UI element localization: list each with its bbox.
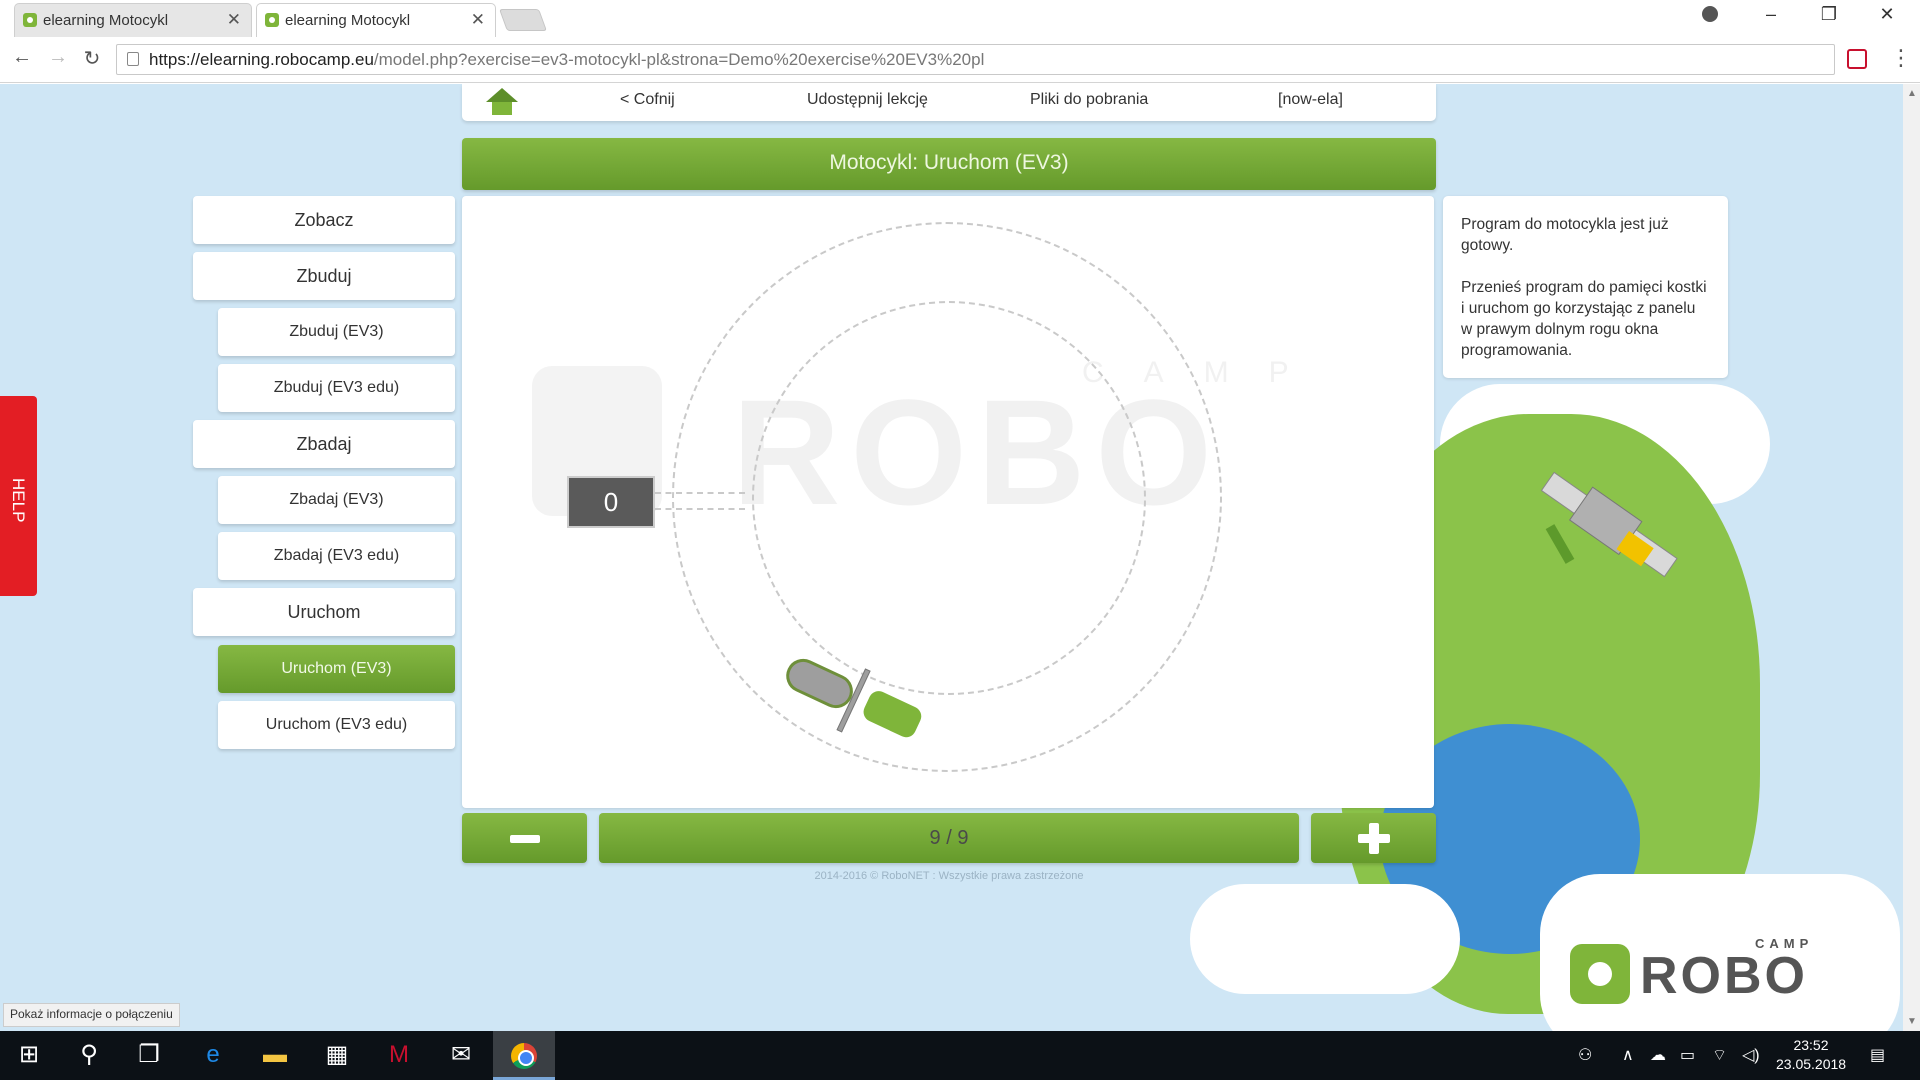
sidebar-item-zobacz[interactable]: Zobacz	[193, 196, 455, 244]
back-link[interactable]: < Cofnij	[620, 84, 675, 121]
sidebar-item-zbuduj-ev3-edu[interactable]: Zbuduj (EV3 edu)	[218, 364, 455, 412]
forward-icon[interactable]: →	[44, 46, 72, 69]
sidebar-item-uruchom-ev3-edu[interactable]: Uruchom (EV3 edu)	[218, 701, 455, 749]
file-explorer-icon[interactable]: ▬	[260, 1041, 290, 1069]
scroll-down-icon[interactable]: ▼	[1907, 1016, 1917, 1027]
browser-tab-bar: elearning Motocykl ✕ elearning Motocykl …	[0, 0, 1920, 37]
mail-icon[interactable]: ✉	[446, 1041, 476, 1069]
cloud-decoration	[1190, 884, 1460, 994]
sidebar-item-zbuduj[interactable]: Zbuduj	[193, 252, 455, 300]
taskbar-clock[interactable]: 23:52 23.05.2018	[1776, 1036, 1846, 1074]
clock-date: 23.05.2018	[1776, 1056, 1847, 1072]
help-tab[interactable]: HELP	[0, 396, 37, 596]
start-icon[interactable]: ⊞	[14, 1041, 44, 1069]
task-view-icon[interactable]: ❐	[134, 1041, 164, 1069]
minimize-icon[interactable]: –	[1748, 4, 1794, 25]
instruction-paragraph: Przenieś program do pamięci kostki i uru…	[1461, 279, 1707, 359]
lap-counter: 0	[567, 476, 655, 528]
mcafee-icon[interactable]: M	[384, 1041, 414, 1069]
reload-icon[interactable]: ↻	[78, 46, 106, 71]
sidebar-item-zbadaj-ev3-edu[interactable]: Zbadaj (EV3 edu)	[218, 532, 455, 580]
store-icon[interactable]: ▦	[322, 1041, 352, 1069]
browser-tab-active[interactable]: elearning Motocykl ✕	[256, 3, 496, 37]
page-scrollbar[interactable]: ▲ ▼	[1903, 84, 1920, 1031]
chrome-icon	[511, 1043, 537, 1069]
logo-robo-text: ROBO	[1640, 947, 1808, 1005]
browser-menu-icon[interactable]: ⋮	[1890, 45, 1912, 71]
url-host: https://elearning.robocamp.eu	[149, 50, 374, 69]
track-inner-circle	[752, 301, 1146, 695]
previous-page-button[interactable]	[462, 813, 587, 863]
robocamp-logo: CAMP ROBO	[1570, 936, 1870, 1014]
favicon-icon	[265, 13, 279, 27]
share-lesson-link[interactable]: Udostępnij lekcję	[807, 84, 928, 121]
chevron-up-icon[interactable]: ∧	[1622, 1045, 1634, 1065]
status-tooltip: Pokaż informacje o połączeniu	[3, 1003, 180, 1027]
next-page-button[interactable]	[1311, 813, 1436, 863]
browser-tab[interactable]: elearning Motocykl ✕	[14, 3, 252, 37]
close-icon[interactable]: ✕	[471, 10, 485, 30]
sidebar-item-zbuduj-ev3[interactable]: Zbuduj (EV3)	[218, 308, 455, 356]
url-field[interactable]: https://elearning.robocamp.eu/model.php?…	[116, 44, 1835, 75]
page-indicator: 9 / 9	[599, 813, 1299, 863]
new-tab-button[interactable]	[498, 9, 548, 31]
logo-hex-icon	[1570, 944, 1630, 1004]
sidebar-item-uruchom[interactable]: Uruchom	[193, 588, 455, 636]
clock-time: 23:52	[1793, 1037, 1829, 1053]
search-icon[interactable]: ⚲	[74, 1041, 104, 1069]
counter-connector	[655, 492, 745, 510]
scroll-up-icon[interactable]: ▲	[1907, 88, 1917, 99]
profile-icon[interactable]	[1702, 6, 1718, 22]
sidebar-item-zbadaj[interactable]: Zbadaj	[193, 420, 455, 468]
home-icon[interactable]	[486, 88, 518, 116]
page-viewport: CAMP ROBO < Cofnij Udostępnij lekcję Pli…	[0, 84, 1903, 1031]
onedrive-icon[interactable]: ☁	[1650, 1045, 1666, 1065]
page-info-icon[interactable]	[127, 52, 139, 66]
restore-icon[interactable]: ❐	[1806, 4, 1852, 25]
back-icon[interactable]: ←	[8, 46, 36, 69]
address-toolbar: ← → ↻ https://elearning.robocamp.eu/mode…	[0, 37, 1920, 83]
simulation-panel: ROBO CAMP 0	[462, 196, 1434, 808]
instruction-paragraph: Program do motocykla jest już gotowy.	[1461, 216, 1669, 254]
volume-icon[interactable]: ◁)	[1742, 1045, 1760, 1065]
copyright-text: 2014-2016 © RoboNET : Wszystkie prawa za…	[814, 870, 1084, 882]
people-icon[interactable]: ⚇	[1578, 1045, 1592, 1065]
tab-title: elearning Motocykl	[285, 12, 411, 29]
sidebar-item-zbadaj-ev3[interactable]: Zbadaj (EV3)	[218, 476, 455, 524]
battery-icon[interactable]: ▭	[1680, 1045, 1695, 1065]
close-icon[interactable]: ✕	[227, 10, 241, 30]
sidebar-item-uruchom-ev3[interactable]: Uruchom (EV3)	[218, 645, 455, 693]
lesson-nav: < Cofnij Udostępnij lekcję Pliki do pobr…	[462, 84, 1436, 121]
instruction-box: Program do motocykla jest już gotowy. Pr…	[1443, 196, 1728, 378]
window-close-icon[interactable]: ✕	[1864, 4, 1910, 25]
wifi-icon[interactable]: ⌔	[1712, 1045, 1727, 1065]
airplane-illustration	[1540, 471, 1678, 578]
extension-icon[interactable]	[1847, 49, 1867, 69]
help-label: HELP	[9, 478, 28, 523]
windows-taskbar: ⊞ ⚲ ❐ e ▬ ▦ M ✉ ⚇ ∧ ☁ ▭ ⌔ ◁) 23:52 23.05…	[0, 1031, 1920, 1080]
url-path: /model.php?exercise=ev3-motocykl-pl&stro…	[373, 50, 985, 69]
downloads-link[interactable]: Pliki do pobrania	[1030, 84, 1148, 121]
page-title: Motocykl: Uruchom (EV3)	[462, 138, 1436, 190]
notifications-icon[interactable]: ▤	[1870, 1045, 1885, 1065]
edge-icon[interactable]: e	[198, 1041, 228, 1069]
favicon-icon	[23, 13, 37, 27]
tab-title: elearning Motocykl	[43, 12, 169, 29]
user-link[interactable]: [now-ela]	[1278, 84, 1343, 121]
